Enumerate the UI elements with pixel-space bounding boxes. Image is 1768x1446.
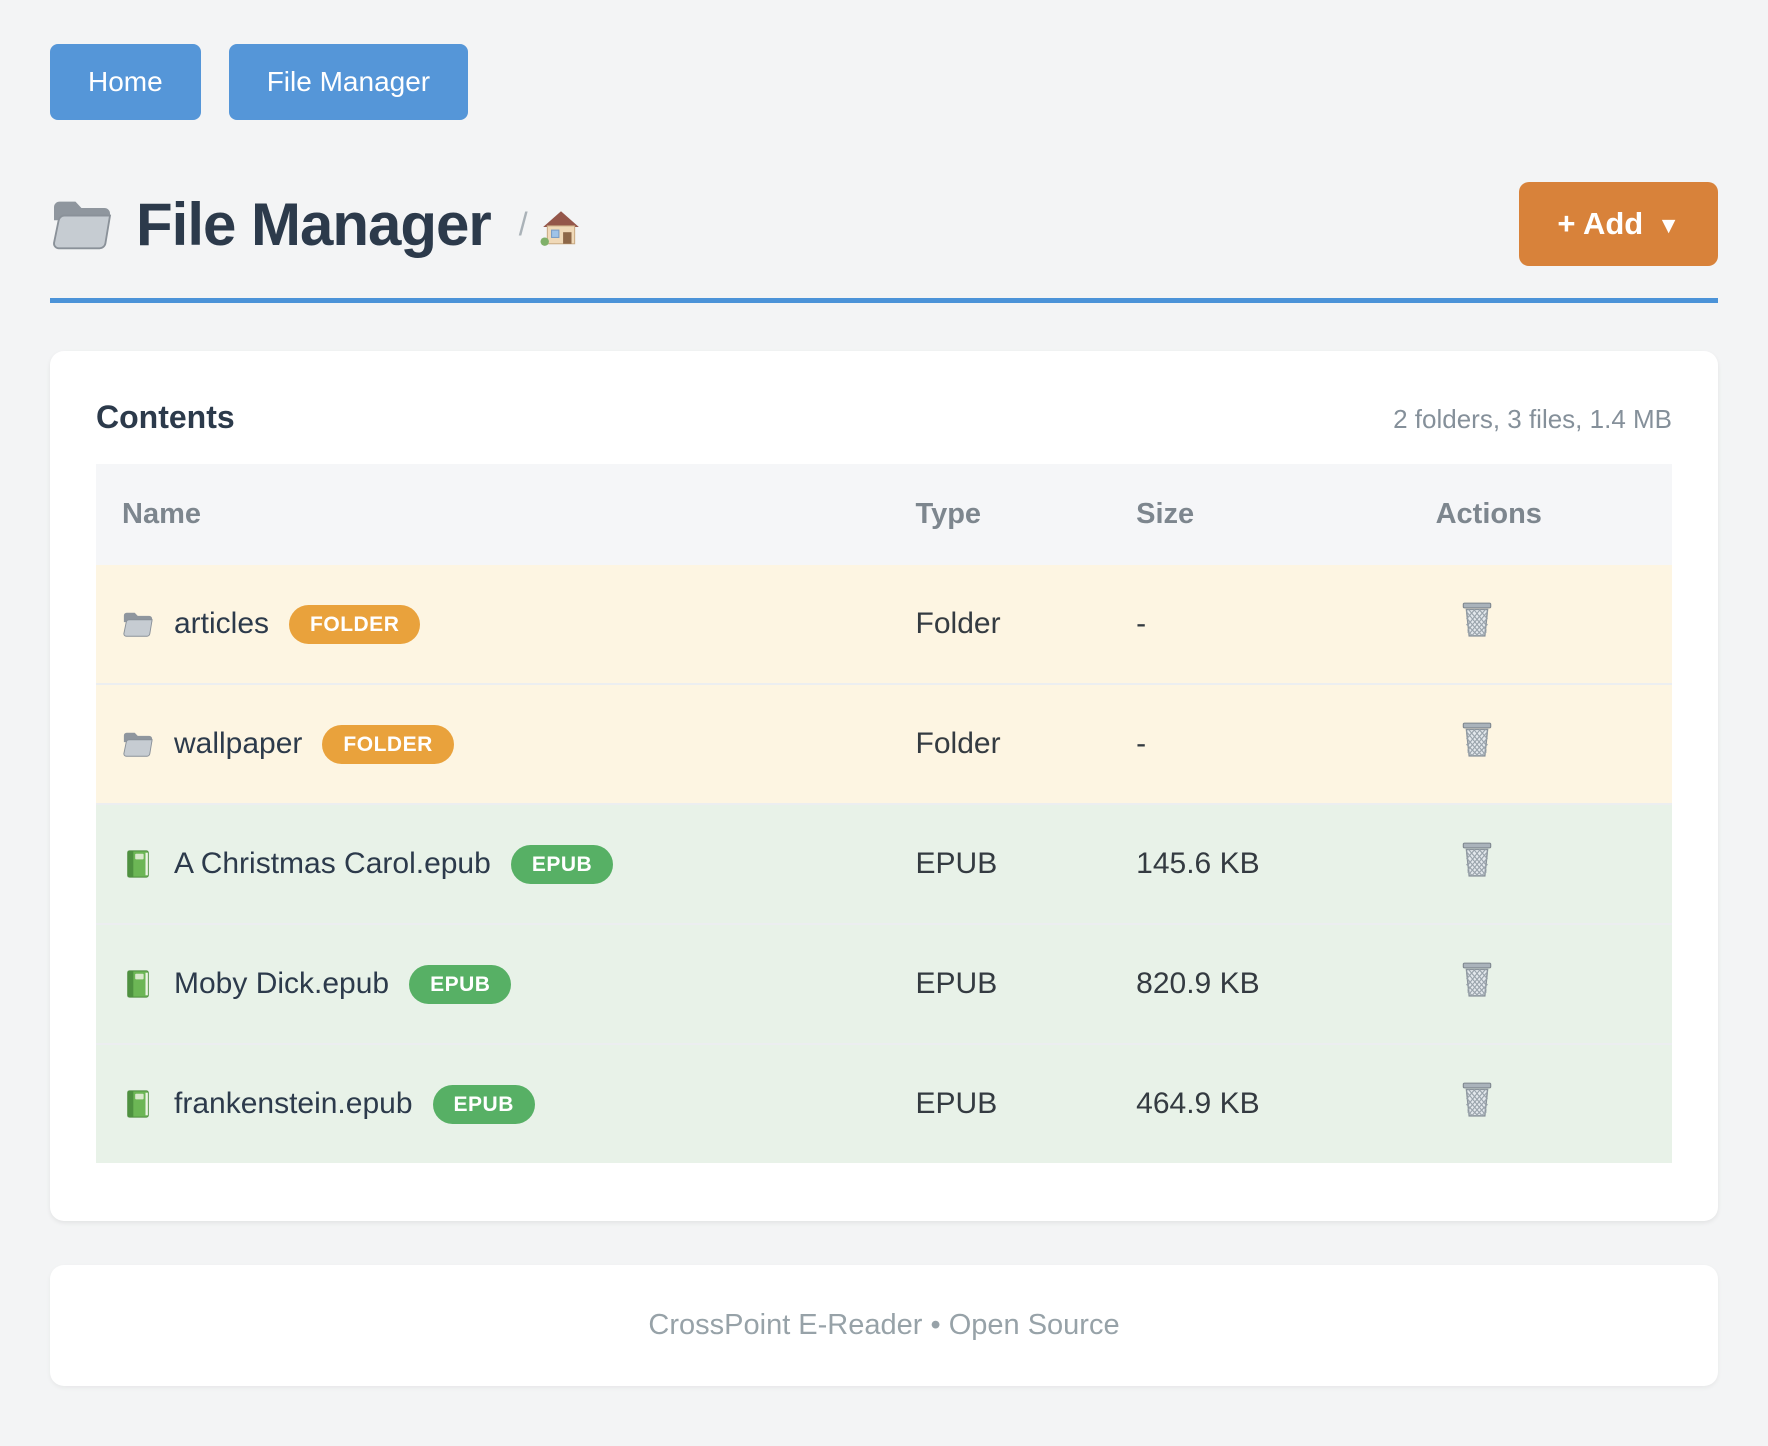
folder-icon xyxy=(50,196,114,252)
type-cell: EPUB xyxy=(916,1044,1137,1163)
delete-button[interactable] xyxy=(1460,961,1494,999)
add-button[interactable]: + Add ▼ xyxy=(1519,182,1718,266)
epub-badge: EPUB xyxy=(409,965,511,1004)
file-name-link[interactable]: Moby Dick.epub xyxy=(174,967,389,1001)
file-name-link[interactable]: A Christmas Carol.epub xyxy=(174,847,491,881)
home-button[interactable]: Home xyxy=(50,44,201,120)
contents-heading: Contents xyxy=(96,399,235,436)
size-cell: - xyxy=(1136,684,1435,804)
files-table: Name Type Size Actions articles FOLDER F… xyxy=(96,464,1672,1163)
type-cell: EPUB xyxy=(916,924,1137,1044)
type-cell: EPUB xyxy=(916,804,1137,924)
table-row: wallpaper FOLDER Folder - xyxy=(96,684,1672,804)
file-manager-button[interactable]: File Manager xyxy=(229,44,468,120)
table-header-row: Name Type Size Actions xyxy=(96,464,1672,565)
delete-button[interactable] xyxy=(1460,721,1494,759)
page-title: File Manager xyxy=(136,190,491,259)
file-name-link[interactable]: frankenstein.epub xyxy=(174,1087,413,1121)
folder-name-link[interactable]: wallpaper xyxy=(174,727,302,761)
table-row: A Christmas Carol.epub EPUB EPUB 145.6 K… xyxy=(96,804,1672,924)
epub-badge: EPUB xyxy=(511,845,613,884)
trash-icon xyxy=(1460,841,1494,879)
contents-summary: 2 folders, 3 files, 1.4 MB xyxy=(1393,404,1672,435)
folder-badge: FOLDER xyxy=(289,605,420,644)
footer-text: CrossPoint E-Reader • Open Source xyxy=(648,1309,1119,1341)
delete-button[interactable] xyxy=(1460,1081,1494,1119)
page: Home File Manager File Manager / + Add ▼… xyxy=(0,0,1768,1446)
trash-icon xyxy=(1460,721,1494,759)
epub-badge: EPUB xyxy=(433,1085,535,1124)
add-button-label: + Add xyxy=(1557,206,1643,242)
trash-icon xyxy=(1460,1081,1494,1119)
contents-card: Contents 2 folders, 3 files, 1.4 MB Name… xyxy=(50,351,1718,1221)
folder-icon xyxy=(122,729,154,759)
size-cell: 820.9 KB xyxy=(1136,924,1435,1044)
column-header-type: Type xyxy=(916,464,1137,565)
table-row: articles FOLDER Folder - xyxy=(96,565,1672,684)
footer: CrossPoint E-Reader • Open Source xyxy=(50,1265,1718,1386)
book-icon xyxy=(122,1089,154,1119)
chevron-down-icon: ▼ xyxy=(1657,212,1680,239)
type-cell: Folder xyxy=(916,565,1137,684)
trash-icon xyxy=(1460,961,1494,999)
table-row: frankenstein.epub EPUB EPUB 464.9 KB xyxy=(96,1044,1672,1163)
delete-button[interactable] xyxy=(1460,601,1494,639)
breadcrumb-separator: / xyxy=(519,206,528,243)
trash-icon xyxy=(1460,601,1494,639)
top-nav: Home File Manager xyxy=(50,44,1718,120)
folder-badge: FOLDER xyxy=(322,725,453,764)
delete-button[interactable] xyxy=(1460,841,1494,879)
table-row: Moby Dick.epub EPUB EPUB 820.9 KB xyxy=(96,924,1672,1044)
size-cell: - xyxy=(1136,565,1435,684)
page-header: File Manager / + Add ▼ xyxy=(50,182,1718,266)
size-cell: 464.9 KB xyxy=(1136,1044,1435,1163)
size-cell: 145.6 KB xyxy=(1136,804,1435,924)
folder-icon xyxy=(122,609,154,639)
type-cell: Folder xyxy=(916,684,1137,804)
home-icon[interactable] xyxy=(540,207,582,249)
column-header-size: Size xyxy=(1136,464,1435,565)
column-header-actions: Actions xyxy=(1436,464,1672,565)
accent-divider xyxy=(50,298,1718,303)
book-icon xyxy=(122,969,154,999)
folder-name-link[interactable]: articles xyxy=(174,607,269,641)
book-icon xyxy=(122,849,154,879)
column-header-name: Name xyxy=(96,464,916,565)
